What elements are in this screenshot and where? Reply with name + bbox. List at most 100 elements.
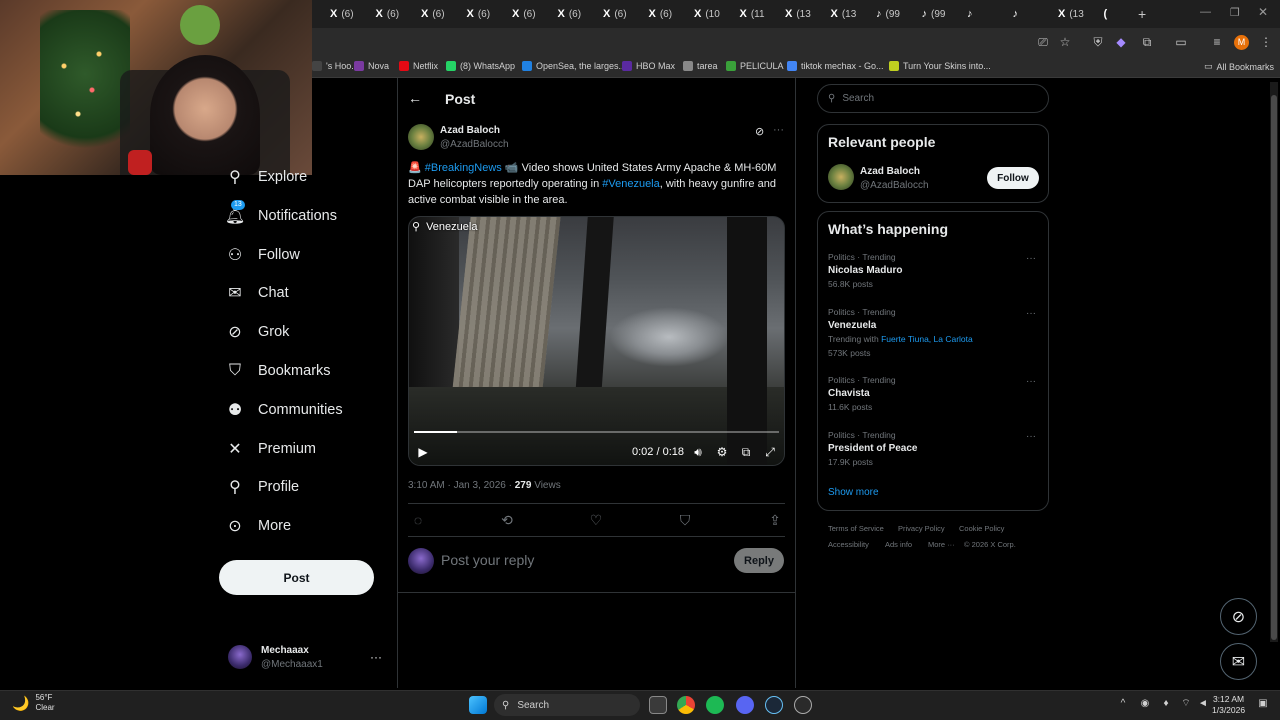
steam-icon[interactable] [765, 696, 783, 714]
browser-tab[interactable]: X (11 [740, 4, 765, 24]
chrome-icon[interactable] [677, 696, 695, 714]
follow-button[interactable]: Follow [987, 167, 1039, 189]
footer-link[interactable]: Ads info [885, 540, 912, 549]
speaker-icon[interactable]: ◄ [1197, 698, 1209, 710]
relevant-handle[interactable]: @AzadBalocch [860, 180, 929, 191]
new-tab-button[interactable]: + [1138, 6, 1146, 22]
browser-tab[interactable]: ♪ [967, 4, 977, 24]
shield-icon[interactable]: ⛨ [1091, 35, 1105, 49]
nav-item-more[interactable]: ⊙ More [226, 513, 291, 539]
video-player[interactable] [408, 216, 785, 466]
nav-item-bookmarks[interactable]: ⛉ Bookmarks [226, 358, 331, 384]
kebab-menu-icon[interactable]: ⋮ [1259, 35, 1273, 49]
nav-item-follow[interactable]: ⚇ Follow [226, 242, 300, 268]
grok-fab-icon[interactable]: ⊘ [1220, 598, 1257, 635]
bookmark-item[interactable]: OpenSea, the larges... [522, 61, 626, 71]
bookmark-item[interactable]: tiktok mechax - Go... [787, 61, 884, 71]
profile-avatar[interactable]: M [1234, 35, 1249, 50]
play-icon[interactable]: ▶ [416, 445, 430, 459]
post-more-icon[interactable]: ··· [773, 124, 784, 136]
trend-more-icon[interactable]: ··· [1026, 376, 1036, 387]
bookmark-item[interactable]: tarea [683, 61, 718, 71]
account-avatar[interactable] [228, 645, 252, 669]
browser-tab[interactable]: X (13 [785, 4, 811, 24]
pip-icon[interactable]: ⧉ [739, 445, 753, 459]
trend-more-icon[interactable]: ··· [1026, 431, 1036, 442]
show-more-link[interactable]: Show more [828, 487, 879, 498]
notification-bell-icon[interactable]: ▣ [1257, 698, 1269, 710]
bookmark-item[interactable]: Netflix [399, 61, 438, 71]
author-handle[interactable]: @AzadBalocch [440, 139, 509, 150]
app-icon[interactable] [794, 696, 812, 714]
clock[interactable]: 3:12 AM 1/3/2026 [1212, 694, 1245, 716]
star-icon[interactable]: ☆ [1058, 35, 1072, 49]
reply-button[interactable]: Reply [734, 548, 784, 573]
video-progress-track[interactable] [414, 431, 779, 433]
weather-widget[interactable]: 🌙 56°F Clear [12, 693, 55, 713]
trending-with-links[interactable]: Fuerte Tiuna, La Carlota [881, 334, 973, 344]
nav-item-premium[interactable]: ✕ Premium [226, 436, 316, 462]
bookmark-item[interactable]: Nova [354, 61, 389, 71]
repost-icon[interactable]: ⟲ [499, 512, 515, 528]
all-bookmarks[interactable]: ▭ All Bookmarks [1204, 61, 1274, 72]
chevron-up-icon[interactable]: ^ [1117, 698, 1129, 710]
nav-item-grok[interactable]: ⊘ Grok [226, 319, 289, 345]
post-button[interactable]: Post [219, 560, 374, 595]
nav-item-chat[interactable]: ✉ Chat [226, 280, 288, 306]
browser-tab[interactable]: X (6) [649, 4, 673, 24]
trend-name[interactable]: Nicolas Maduro [828, 265, 902, 276]
footer-link[interactable]: Privacy Policy [898, 524, 945, 533]
footer-link[interactable]: Accessibility [828, 540, 869, 549]
trend-name[interactable]: President of Peace [828, 443, 917, 454]
nav-item-communities[interactable]: ⚉ Communities [226, 397, 343, 423]
window-close-button[interactable]: ✕ [1258, 5, 1268, 19]
reply-icon[interactable]: ◌ [410, 512, 426, 528]
search-input[interactable]: ⚲ Search [817, 84, 1049, 113]
sidepanel-icon[interactable]: ▭ [1174, 35, 1188, 49]
hashtag-link[interactable]: #Venezuela [602, 178, 660, 190]
nav-item-explore[interactable]: ⚲ Explore [226, 164, 307, 190]
bookmark-item[interactable]: PELICULA [726, 61, 784, 71]
author-avatar[interactable] [408, 124, 434, 150]
nav-item-profile[interactable]: ⚲ Profile [226, 474, 299, 500]
volume-icon[interactable]: 🔊︎ [691, 445, 705, 459]
restore-button[interactable]: ❐ [1230, 6, 1240, 19]
bookmark-item[interactable]: HBO Max [622, 61, 675, 71]
hashtag-link[interactable]: #BreakingNews [425, 162, 502, 174]
browser-tab[interactable]: X (13 [1058, 4, 1084, 24]
browser-tab[interactable]: X (6) [330, 4, 354, 24]
bookmark-item[interactable]: 's Hoo... [312, 61, 359, 71]
wifi-icon[interactable]: ⌔ [1180, 698, 1192, 710]
relevant-avatar[interactable] [828, 164, 854, 190]
trend-more-icon[interactable]: ··· [1026, 308, 1036, 319]
bookmark-item[interactable]: Turn Your Skins into... [889, 61, 991, 71]
tray-app-icon[interactable]: ◉ [1139, 698, 1151, 710]
browser-tab[interactable]: X (6) [376, 4, 400, 24]
back-arrow-icon[interactable]: ← [408, 90, 422, 106]
reply-input[interactable]: Post your reply [441, 552, 534, 568]
browser-tab[interactable]: X (6) [512, 4, 536, 24]
relevant-name[interactable]: Azad Baloch [860, 166, 920, 177]
browser-tab[interactable]: ( [1104, 4, 1112, 24]
extension-icon[interactable]: ◆ [1114, 35, 1128, 49]
grok-icon[interactable]: ⊘ [755, 125, 764, 138]
cast-icon[interactable]: ⎚ [1036, 35, 1050, 49]
windows-start-icon[interactable] [469, 696, 487, 714]
browser-tab[interactable]: ♪ (99 [876, 4, 900, 24]
browser-tab[interactable]: X (10 [694, 4, 720, 24]
spotify-icon[interactable] [706, 696, 724, 714]
bookmark-icon[interactable]: ⛉ [677, 512, 693, 528]
discord-icon[interactable] [736, 696, 754, 714]
mic-icon[interactable]: ♦ [1160, 698, 1172, 710]
browser-tab[interactable]: X (6) [467, 4, 491, 24]
trend-more-icon[interactable]: ··· [1026, 253, 1036, 264]
taskbar-search[interactable]: ⚲ Search [494, 694, 640, 716]
footer-link[interactable]: More ··· [928, 540, 955, 549]
browser-tab[interactable]: X (6) [558, 4, 582, 24]
trend-name[interactable]: Venezuela [828, 320, 876, 331]
footer-link[interactable]: Cookie Policy [959, 524, 1004, 533]
task-view-icon[interactable] [649, 696, 667, 714]
messages-fab-icon[interactable]: ✉ [1220, 643, 1257, 680]
fullscreen-icon[interactable]: ⤢ [763, 445, 777, 459]
trend-name[interactable]: Chavista [828, 388, 870, 399]
